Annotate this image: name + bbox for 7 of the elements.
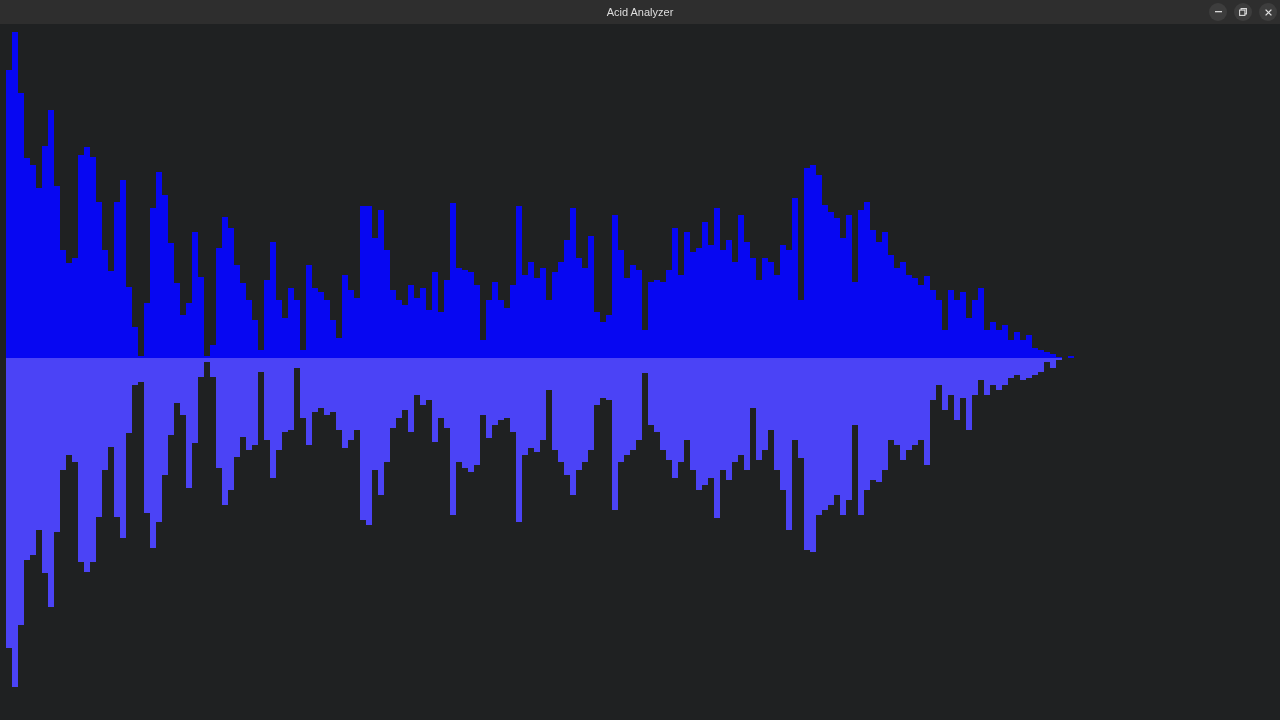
restore-icon xyxy=(1239,8,1247,16)
window-title: Acid Analyzer xyxy=(606,5,674,19)
minimize-icon xyxy=(1214,11,1222,13)
close-button[interactable] xyxy=(1259,3,1277,21)
restore-button[interactable] xyxy=(1234,3,1252,21)
close-icon xyxy=(1264,8,1272,16)
minimize-button[interactable] xyxy=(1209,3,1227,21)
